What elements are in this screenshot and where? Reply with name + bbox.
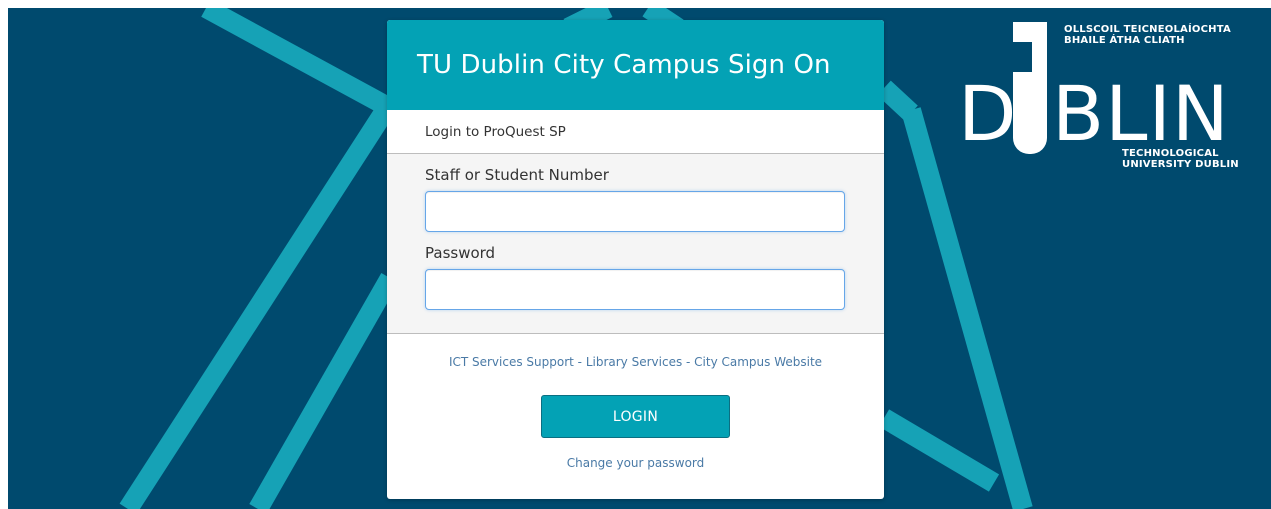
logo-english-line-2: UNIVERSITY DUBLIN: [1122, 159, 1239, 170]
login-form: Staff or Student Number Password: [387, 154, 884, 334]
bg-line: [877, 80, 918, 121]
password-label: Password: [425, 244, 496, 262]
link-separator: -: [682, 355, 695, 369]
logo-t-bar: [1013, 22, 1047, 42]
logo-irish-line-2: BHAILE ÁTHA CLIATH: [1064, 35, 1185, 46]
password-input[interactable]: [425, 269, 845, 310]
library-services-link[interactable]: Library Services: [586, 355, 682, 369]
login-card: TU Dublin City Campus Sign On Login to P…: [387, 20, 884, 499]
ict-services-link[interactable]: ICT Services Support: [449, 355, 574, 369]
bg-line: [878, 409, 1000, 492]
logo-t-stem: [1032, 42, 1047, 82]
logo-irish-line-1: OLLSCOIL TEICNEOLAÍOCHTA: [1064, 24, 1231, 35]
logo-english-line-1: TECHNOLOGICAL: [1122, 148, 1219, 159]
bg-line: [201, 8, 395, 117]
change-password-link[interactable]: Change your password: [567, 456, 705, 470]
support-links: ICT Services Support - Library Services …: [387, 354, 884, 371]
service-name: Login to ProQuest SP: [425, 123, 566, 140]
link-separator: -: [573, 355, 586, 369]
logo-word-blin: BLIN: [1052, 69, 1230, 158]
logo-u-shape: [1013, 72, 1047, 154]
page-background: TU Dublin City Campus Sign On Login to P…: [8, 8, 1271, 509]
username-input[interactable]: [425, 191, 845, 232]
login-button[interactable]: LOGIN: [541, 395, 730, 438]
city-campus-website-link[interactable]: City Campus Website: [694, 355, 822, 369]
page-title: TU Dublin City Campus Sign On: [417, 50, 831, 80]
username-label: Staff or Student Number: [425, 166, 609, 184]
bg-line: [249, 273, 399, 509]
service-name-row: Login to ProQuest SP: [387, 110, 884, 154]
bg-line: [119, 97, 399, 509]
card-footer: ICT Services Support - Library Services …: [387, 334, 884, 472]
logo-word-d: D: [958, 69, 1017, 158]
tu-dublin-logo: OLLSCOIL TEICNEOLAÍOCHTA BHAILE ÁTHA CLI…: [956, 22, 1239, 172]
card-header: TU Dublin City Campus Sign On: [387, 20, 884, 110]
